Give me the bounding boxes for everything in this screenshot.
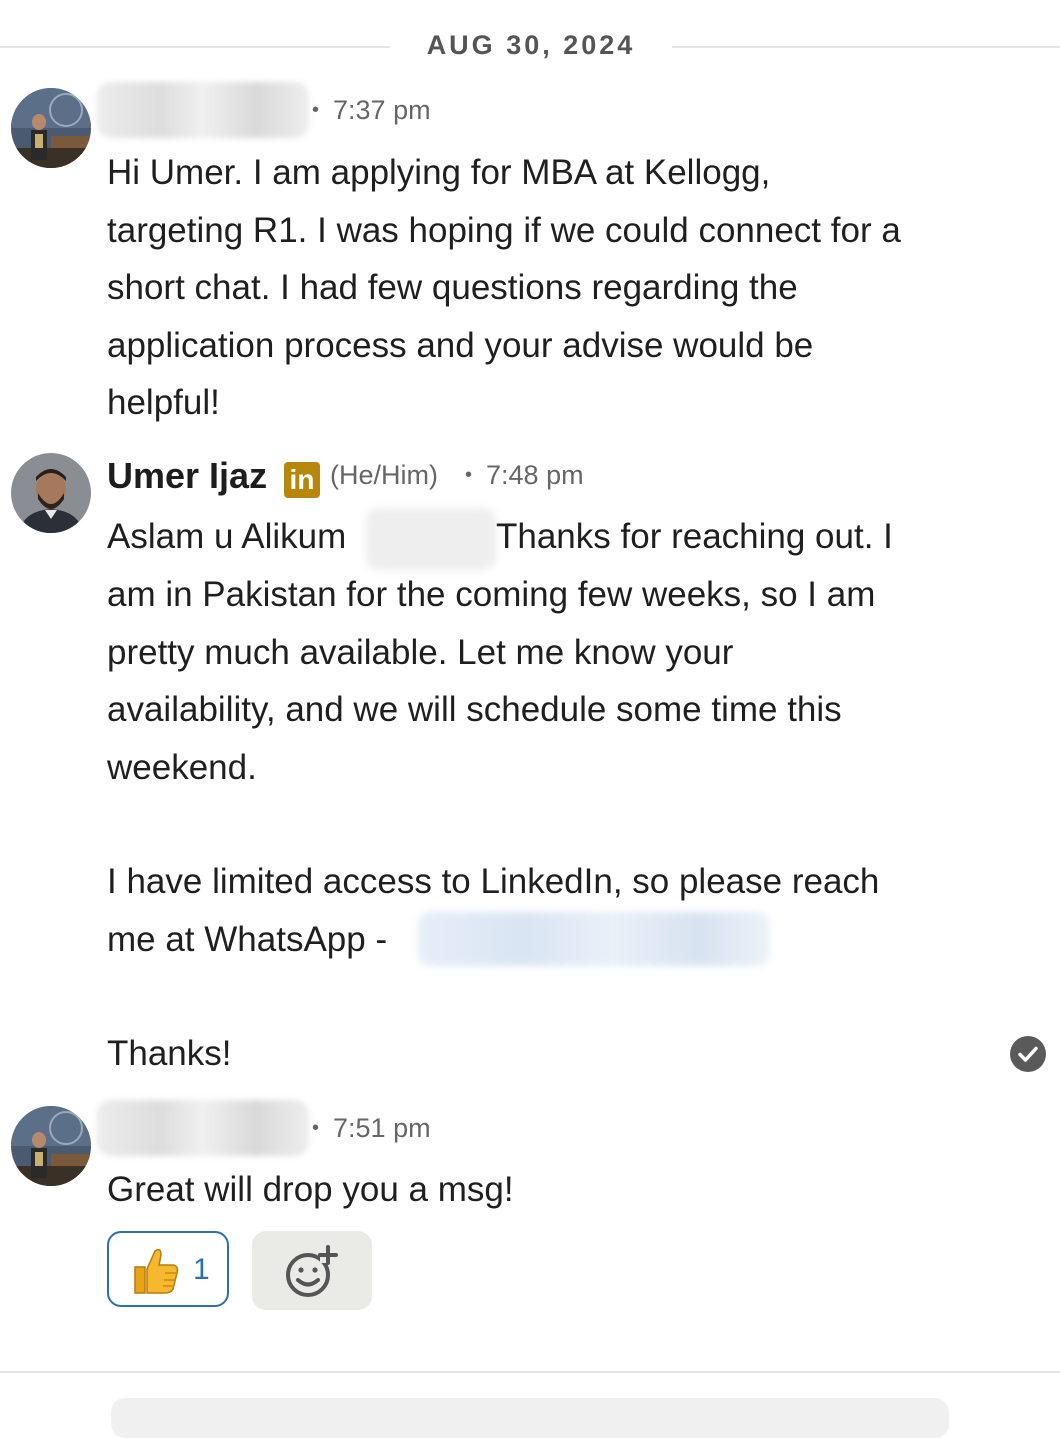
greeting-text: Aslam u Alikum [107,517,347,556]
message-timestamp: • 7:48 pm [465,460,584,490]
add-reaction-button[interactable] [252,1231,372,1310]
divider-line-left [0,46,390,48]
divider-line-right [672,46,1060,48]
message-text: Great will drop you a msg! [107,1170,514,1209]
sender-pronouns: (He/Him) [330,460,438,490]
thumbs-up-icon [134,1248,179,1294]
message-text: Thanks! [107,1034,232,1073]
linkedin-premium-badge: in [284,462,320,498]
redacted-sender-name [97,82,309,138]
composer-divider [0,1371,1060,1373]
message-text-line: Thanks for reaching out. I [496,517,893,556]
check-circle-icon [1010,1036,1046,1072]
message-composer-input[interactable] [111,1398,949,1438]
message-text: am in Pakistan for the coming few weeks,… [107,575,876,787]
sender-avatar[interactable] [11,453,91,533]
sender-name[interactable]: Umer Ijaz [107,455,267,497]
redacted-sender-name [97,1100,309,1156]
avatar-photo-icon [11,453,91,533]
sender-avatar[interactable] [11,1106,91,1186]
sender-avatar[interactable] [11,88,91,168]
message-text: Hi Umer. I am applying for MBA at Kellog… [107,153,901,422]
reaction-thumbs-up-button[interactable]: 1 [107,1231,229,1307]
redacted-phone-number [418,912,770,966]
avatar-photo-icon [11,1106,91,1186]
message-timestamp: • 7:51 pm [312,1113,431,1143]
reaction-count: 1 [193,1253,210,1286]
date-divider: AUG 30, 2024 [0,24,1060,70]
message-timestamp: • 7:37 pm [312,95,431,125]
add-emoji-icon [286,1245,338,1297]
date-label: AUG 30, 2024 [426,30,636,60]
redacted-recipient-name [366,508,496,570]
avatar-photo-icon [11,88,91,168]
